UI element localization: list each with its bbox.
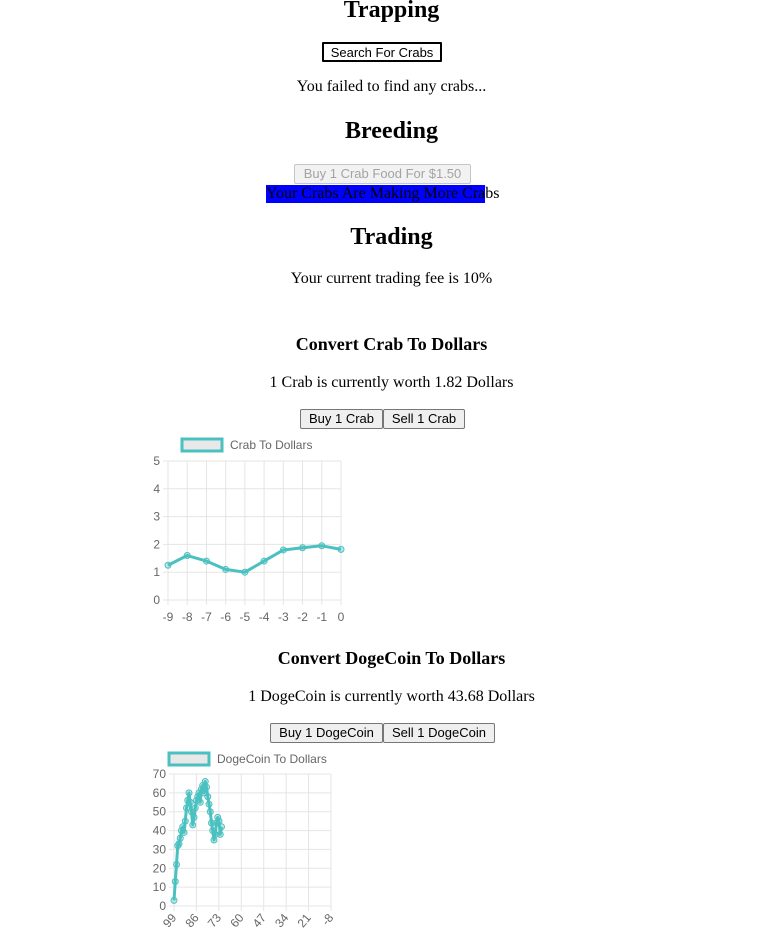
crab-chart-xtick-label: -8 xyxy=(182,610,193,624)
doge-chart-data-point xyxy=(215,817,223,825)
doge-chart-data-point xyxy=(173,861,180,869)
crab-chart-series-line xyxy=(167,544,342,574)
crab-chart-data-point xyxy=(164,561,172,569)
crab-chart-data-point xyxy=(260,557,268,565)
crab-chart-xtick-label: 0 xyxy=(338,610,345,624)
doge-chart-data-point xyxy=(189,821,197,829)
doge-chart-ytick-label: 40 xyxy=(153,824,167,838)
doge-chart-ytick-label: 0 xyxy=(159,899,166,913)
doge-chart-ytick-label: 60 xyxy=(153,786,167,800)
doge-chart-data-point xyxy=(185,789,193,797)
trapping-heading: Trapping xyxy=(343,0,440,23)
crab-chart-data-point xyxy=(318,542,326,550)
doge-chart-data-point xyxy=(203,783,210,791)
crab-chart-ytick-label: 2 xyxy=(153,537,160,551)
doge-chart-data-point xyxy=(218,823,225,831)
doge-chart-legend-label: DogeCoin To Dollars xyxy=(217,752,327,766)
doge-price-chart: DogeCoin To Dollars 0 10 20 30 40 50 60 70 99 86 73… xyxy=(153,751,337,930)
crab-chart-legend-swatch xyxy=(180,437,224,453)
buy-crab-button[interactable]: Buy 1 Crab xyxy=(300,409,383,429)
doge-chart-xtick-label: 99 xyxy=(160,911,180,930)
doge-chart-data-point xyxy=(175,840,183,848)
crab-chart-ytick-label: 4 xyxy=(153,482,160,496)
doge-heading: Convert DogeCoin To Dollars xyxy=(277,648,506,668)
crab-chart-data-point xyxy=(241,568,249,576)
crab-chart-xtick-label: -5 xyxy=(240,610,251,624)
crab-chart-data-point xyxy=(337,545,345,553)
crab-chart-data-point xyxy=(183,552,191,560)
doge-chart-data-point xyxy=(181,817,189,825)
sell-crab-button[interactable]: Sell 1 Crab xyxy=(383,409,465,429)
crab-chart-data-point xyxy=(202,557,210,565)
breeding-progress-bar: Your Crabs Are Making More Crabs xyxy=(266,185,499,203)
doge-chart-xtick-label: 86 xyxy=(182,911,202,930)
doge-chart-data-point xyxy=(176,834,184,842)
sell-doge-button[interactable]: Sell 1 DogeCoin xyxy=(383,723,495,743)
doge-chart-ytick-label: 70 xyxy=(153,767,167,781)
trading-fee-text: Your current trading fee is 10% xyxy=(290,270,493,287)
crab-chart-xtick-label: -6 xyxy=(220,610,231,624)
doge-chart-data-point xyxy=(180,828,188,836)
crab-chart-xtick-label: -9 xyxy=(163,610,174,624)
buy-doge-button[interactable]: Buy 1 DogeCoin xyxy=(270,723,383,743)
crab-chart-ytick-label: 3 xyxy=(153,510,160,524)
crab-chart-xtick-label: -7 xyxy=(201,610,212,624)
doge-chart-xtick-label: -8 xyxy=(319,911,337,928)
doge-chart-data-point xyxy=(201,778,209,786)
crab-chart-ytick-label: 1 xyxy=(153,565,160,579)
crab-chart-xtick-label: -1 xyxy=(316,610,327,624)
buy-crab-food-button[interactable]: Buy 1 Crab Food For $1.50 xyxy=(294,164,471,184)
doge-chart-data-point xyxy=(205,800,213,808)
doge-chart-xtick-label: 34 xyxy=(272,911,292,930)
crab-chart-xtick-label: -4 xyxy=(259,610,270,624)
doge-chart-data-point xyxy=(196,798,204,806)
doge-chart-legend-swatch xyxy=(167,751,211,767)
doge-chart-ytick-label: 30 xyxy=(153,842,167,856)
doge-chart-data-point xyxy=(206,808,214,816)
crab-heading: Convert Crab To Dollars xyxy=(295,334,488,354)
breeding-heading: Breeding xyxy=(345,118,438,144)
doge-chart-data-point xyxy=(179,823,187,831)
doge-chart-data-point xyxy=(204,793,212,801)
doge-worth-text: 1 DogeCoin is currently worth 43.68 Doll… xyxy=(248,688,535,705)
doge-chart-data-point xyxy=(170,896,178,904)
crab-chart-data-point xyxy=(222,565,230,573)
crab-chart-ytick-label: 5 xyxy=(153,454,160,468)
doge-chart-data-point xyxy=(186,798,194,806)
crab-price-chart: Crab To Dollars 0 1 2 3 4 5 -9 -8 -7 -6 -5 -4 -3 -2 -1 0 xyxy=(153,437,345,624)
crab-chart-ytick-label: 0 xyxy=(153,593,160,607)
crab-chart-data-point xyxy=(299,544,307,552)
doge-chart-xtick-label: 47 xyxy=(250,911,270,930)
crab-chart-xtick-label: -3 xyxy=(278,610,289,624)
doge-chart-data-point xyxy=(190,813,198,821)
doge-chart-data-point xyxy=(210,836,218,844)
crab-chart-data-point xyxy=(279,546,287,554)
trading-heading: Trading xyxy=(350,224,433,250)
search-crabs-button[interactable]: Search For Crabs xyxy=(322,42,442,62)
breeding-progress-label: Your Crabs Are Making More Crabs xyxy=(266,185,500,202)
doge-chart-xtick-label: 73 xyxy=(205,911,225,930)
doge-chart-ytick-label: 50 xyxy=(153,805,167,819)
doge-chart-data-point xyxy=(171,877,179,885)
doge-chart-ytick-label: 10 xyxy=(153,880,167,894)
crab-chart-xtick-label: -2 xyxy=(297,610,308,624)
crab-worth-text: 1 Crab is currently worth 1.82 Dollars xyxy=(269,374,514,391)
doge-chart-xtick-label: 21 xyxy=(295,911,315,930)
doge-chart-xtick-label: 60 xyxy=(227,911,247,930)
doge-chart-ytick-label: 20 xyxy=(153,861,167,875)
crab-chart-legend-label: Crab To Dollars xyxy=(230,438,312,452)
doge-chart-data-point xyxy=(216,830,224,838)
trapping-status: You failed to find any crabs... xyxy=(296,78,487,95)
doge-chart-data-point xyxy=(191,804,199,812)
